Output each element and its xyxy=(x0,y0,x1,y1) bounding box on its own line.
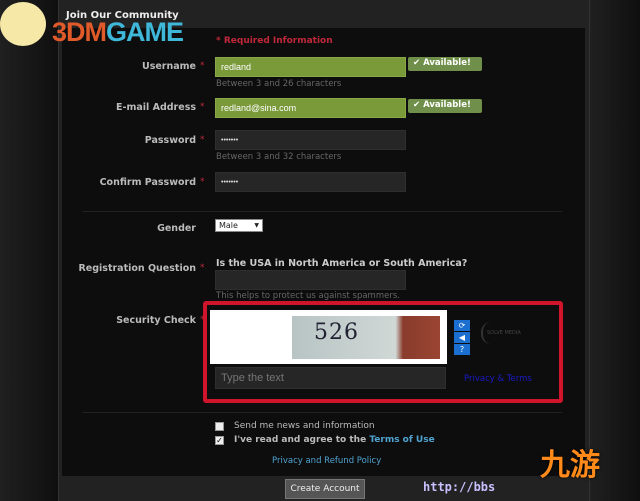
background-left xyxy=(0,0,58,501)
password-input[interactable] xyxy=(215,130,406,150)
logo-mascot-icon xyxy=(0,2,46,46)
chevron-down-icon: ▼ xyxy=(254,222,259,229)
divider xyxy=(82,412,562,413)
news-label: Send me news and information xyxy=(234,421,375,431)
confirm-password-input[interactable] xyxy=(215,172,406,192)
watermark-brand: 九游 xyxy=(540,448,600,483)
solvemedia-logo: SOLVE MEDIA xyxy=(481,322,533,344)
email-available-badge: ✔ Available! xyxy=(408,99,482,113)
captcha-input[interactable] xyxy=(215,367,446,389)
divider xyxy=(82,211,562,212)
gender-label: Gender xyxy=(157,223,196,234)
registration-question-hint: This helps to protect us against spammer… xyxy=(216,291,400,301)
form-area xyxy=(62,28,585,476)
background-right xyxy=(590,0,640,501)
help-icon[interactable]: ? xyxy=(454,344,470,355)
username-label: Username xyxy=(141,61,196,72)
required-asterisk: * xyxy=(200,263,205,273)
news-checkbox[interactable] xyxy=(215,422,224,431)
required-asterisk: * xyxy=(200,177,205,187)
refresh-icon[interactable]: ⟳ xyxy=(454,320,470,331)
username-available-badge: ✔ Available! xyxy=(408,57,482,71)
registration-answer-input[interactable] xyxy=(215,270,406,290)
email-label: E-mail Address xyxy=(116,102,196,113)
email-input[interactable] xyxy=(215,98,406,118)
password-label: Password xyxy=(144,135,196,146)
required-asterisk: * xyxy=(200,102,205,112)
registration-question-label: Registration Question xyxy=(78,263,196,274)
privacy-terms-link[interactable]: Privacy & Terms xyxy=(464,374,532,384)
watermark-url: http://bbs xyxy=(423,480,496,494)
gender-select[interactable]: Male ▼ xyxy=(215,219,263,232)
security-check-label: Security Check xyxy=(116,315,196,326)
create-account-button[interactable]: Create Account xyxy=(285,479,365,499)
audio-icon[interactable]: ◀ xyxy=(454,332,470,343)
registration-question-text: Is the USA in North America or South Ame… xyxy=(216,258,468,269)
required-asterisk: * xyxy=(200,61,205,71)
password-hint: Between 3 and 32 characters xyxy=(216,152,342,162)
captcha-image: 526 xyxy=(210,310,447,364)
username-hint: Between 3 and 26 characters xyxy=(216,79,342,89)
captcha-text: 526 xyxy=(314,320,359,345)
site-logo: 3DMGAME xyxy=(52,17,184,47)
terms-label: I've read and agree to the Terms of Use xyxy=(234,435,435,445)
confirm-password-label: Confirm Password xyxy=(99,177,196,188)
required-asterisk: * xyxy=(200,135,205,145)
terms-checkbox[interactable]: ✓ xyxy=(215,436,224,445)
required-note: * Required Information xyxy=(216,36,333,46)
username-input[interactable] xyxy=(215,57,406,77)
privacy-refund-link[interactable]: Privacy and Refund Policy xyxy=(272,456,381,466)
terms-of-use-link[interactable]: Terms of Use xyxy=(369,435,434,445)
